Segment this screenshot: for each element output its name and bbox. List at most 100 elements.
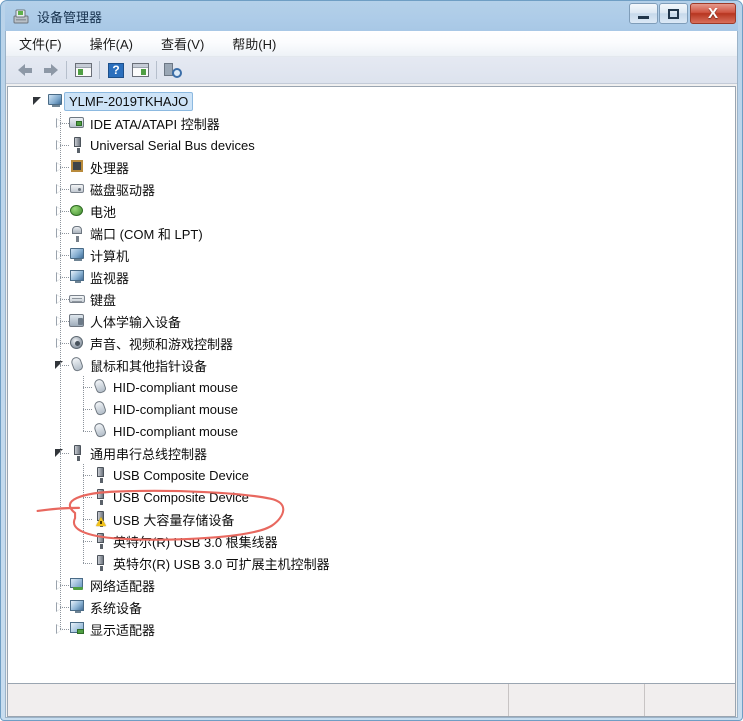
update-driver-button[interactable] [128, 59, 152, 81]
tree-connector-line [60, 145, 69, 146]
menu-help[interactable]: 帮助(H) [229, 32, 279, 55]
tree-item[interactable]: 人体学输入设备 [8, 310, 735, 332]
tree-item-label: 监视器 [90, 270, 130, 286]
tree-connector-line [60, 299, 69, 300]
tree-item[interactable]: 网络适配器 [8, 574, 735, 596]
tree-connector-line [83, 541, 92, 542]
properties-button[interactable] [71, 59, 95, 81]
tree-item-label: 通用串行总线控制器 [90, 446, 208, 462]
tree-item-label: 人体学输入设备 [90, 314, 182, 330]
display-adapter-icon [69, 621, 86, 637]
properties-icon [74, 63, 92, 77]
tree-item-label: 电池 [90, 204, 117, 220]
tree-connector-line [60, 629, 69, 630]
network-adapter-icon [69, 577, 86, 593]
tree-connector-line [83, 497, 92, 498]
tree-item[interactable]: Universal Serial Bus devices [8, 134, 735, 156]
usb-icon [92, 533, 109, 549]
menu-view[interactable]: 查看(V) [158, 32, 207, 55]
tree-item[interactable]: 监视器 [8, 266, 735, 288]
minimize-icon [638, 15, 649, 19]
title-bar[interactable]: 设备管理器 X [5, 1, 738, 31]
usb-icon [92, 555, 109, 571]
tree-item[interactable]: USB 大容量存储设备 [8, 508, 735, 530]
tree-item[interactable]: USB Composite Device [8, 486, 735, 508]
help-button[interactable]: ? [104, 59, 128, 81]
tree-item-label: 系统设备 [90, 600, 143, 616]
hid-icon [69, 313, 86, 329]
collapse-triangle-icon[interactable] [32, 95, 45, 108]
tree-item-label: HID-compliant mouse [113, 379, 238, 395]
usb-icon [92, 467, 109, 483]
toolbar-separator [156, 61, 157, 79]
tree-item[interactable]: 显示适配器 [8, 618, 735, 640]
tree-item[interactable]: 处理器 [8, 156, 735, 178]
tree-item-label: USB Composite Device [113, 467, 249, 483]
question-mark-icon: ? [108, 62, 124, 78]
maximize-icon [668, 8, 679, 19]
tree-item[interactable]: HID-compliant mouse [8, 398, 735, 420]
status-pane-middle [508, 684, 644, 716]
tree-item-label: YLMF-2019TKHAJO [64, 91, 194, 111]
tree-item[interactable]: 磁盘驱动器 [8, 178, 735, 200]
tree-item-label: 键盘 [90, 292, 117, 308]
tree-connector-line [83, 563, 92, 564]
tree-item-label: 端口 (COM 和 LPT) [90, 226, 203, 242]
window-title: 设备管理器 [37, 9, 103, 25]
minimize-button[interactable] [629, 3, 658, 24]
maximize-button[interactable] [659, 3, 688, 24]
tree-item[interactable]: 鼠标和其他指针设备 [8, 354, 735, 376]
tree-item[interactable]: YLMF-2019TKHAJO [8, 90, 735, 112]
tree-item-label: 网络适配器 [90, 578, 156, 594]
tree-connector-line [60, 343, 69, 344]
menu-bar: 文件(F) 操作(A) 查看(V) 帮助(H) [6, 31, 737, 57]
tree-item[interactable]: 计算机 [8, 244, 735, 266]
toolbar-separator [99, 61, 100, 79]
tree-item[interactable]: 系统设备 [8, 596, 735, 618]
tree-item[interactable]: 端口 (COM 和 LPT) [8, 222, 735, 244]
close-icon: X [707, 5, 718, 22]
tree-item[interactable]: 通用串行总线控制器 [8, 442, 735, 464]
tree-item-label: 处理器 [90, 160, 130, 176]
tree-item-label: 鼠标和其他指针设备 [90, 358, 208, 374]
tree-item[interactable]: IDE ATA/ATAPI 控制器 [8, 112, 735, 134]
status-pane-left [8, 684, 508, 716]
tree-item[interactable]: 电池 [8, 200, 735, 222]
system-device-icon [69, 599, 86, 615]
tree-item-label: USB 大容量存储设备 [113, 512, 235, 528]
computer-icon [69, 247, 86, 263]
monitor-icon [69, 269, 86, 285]
scan-hardware-icon [164, 62, 182, 78]
device-tree: YLMF-2019TKHAJO IDE ATA/ATAPI 控制器 Universa… [8, 87, 735, 683]
tree-item-label: 显示适配器 [90, 622, 156, 638]
tree-item[interactable]: 英特尔(R) USB 3.0 根集线器 [8, 530, 735, 552]
tree-connector-line [60, 167, 69, 168]
tree-item[interactable]: HID-compliant mouse [8, 420, 735, 442]
menu-file[interactable]: 文件(F) [16, 32, 65, 55]
tree-connector-line [83, 387, 92, 388]
tree-item-label: 磁盘驱动器 [90, 182, 156, 198]
tree-item[interactable]: USB Composite Device [8, 464, 735, 486]
close-button[interactable]: X [690, 3, 736, 24]
tree-item[interactable]: 键盘 [8, 288, 735, 310]
tree-connector-line [60, 321, 69, 322]
tree-item[interactable]: HID-compliant mouse [8, 376, 735, 398]
tree-connector-line [60, 607, 69, 608]
status-bar [7, 683, 736, 717]
tree-item[interactable]: 英特尔(R) USB 3.0 可扩展主机控制器 [8, 552, 735, 574]
tree-connector-line [83, 376, 84, 431]
forward-button[interactable] [38, 59, 62, 81]
arrow-left-icon [18, 63, 34, 77]
back-button[interactable] [14, 59, 38, 81]
tree-connector-line [83, 475, 92, 476]
port-icon [69, 225, 86, 242]
mouse-icon [92, 399, 109, 417]
tree-item[interactable]: 声音、视频和游戏控制器 [8, 332, 735, 354]
tree-connector-line [60, 211, 69, 212]
device-tree-panel[interactable]: YLMF-2019TKHAJO IDE ATA/ATAPI 控制器 Universa… [7, 86, 736, 683]
tree-item-label: HID-compliant mouse [113, 401, 238, 417]
disk-drive-icon [69, 181, 86, 197]
scan-hardware-button[interactable] [161, 59, 185, 81]
menu-action[interactable]: 操作(A) [87, 32, 136, 55]
tree-connector-line [60, 365, 69, 366]
